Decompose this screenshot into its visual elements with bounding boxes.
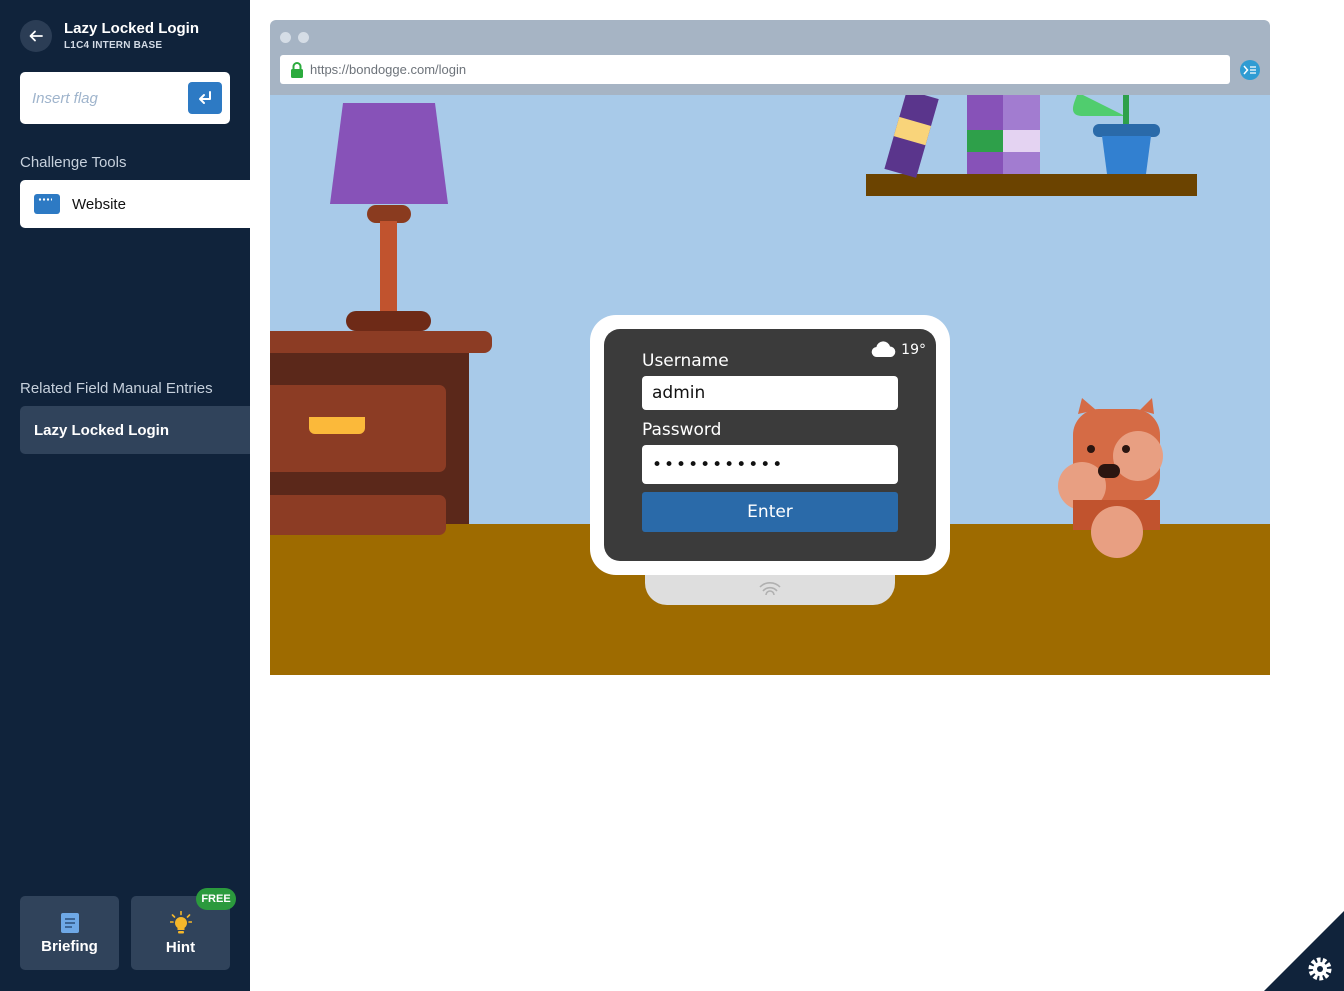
terminal-icon: [1243, 65, 1256, 75]
window-dot: [280, 32, 291, 43]
terminal-toggle-button[interactable]: [1240, 60, 1260, 80]
window-dot: [298, 32, 309, 43]
flag-input[interactable]: [32, 86, 182, 110]
tools-heading: Challenge Tools: [20, 154, 127, 171]
free-badge: FREE: [196, 888, 236, 910]
hint-label: Hint: [165, 938, 196, 956]
password-input[interactable]: [642, 445, 898, 484]
username-input[interactable]: [642, 376, 898, 410]
settings-corner[interactable]: [1264, 911, 1344, 991]
enter-button[interactable]: Enter: [642, 492, 898, 532]
username-label: Username: [642, 351, 729, 371]
browser-toolbar: https://bondogge.com/login: [270, 20, 1270, 95]
browser-window-icon: [34, 194, 60, 214]
lightbulb-icon: [169, 910, 192, 933]
back-button[interactable]: [20, 20, 52, 52]
flag-form: [20, 72, 230, 124]
submit-flag-button[interactable]: [188, 82, 222, 114]
briefing-label: Briefing: [41, 937, 98, 955]
sidebar: Lazy Locked Login L1C4 INTERN BASE Chall…: [0, 0, 250, 991]
cloud-icon: [871, 341, 896, 358]
smart-display: 19° Username Password Enter: [590, 315, 950, 575]
document-icon: [60, 912, 79, 933]
manual-heading: Related Field Manual Entries: [20, 380, 213, 397]
enter-return-icon: [199, 91, 211, 104]
challenge-subtitle: L1C4 INTERN BASE: [64, 40, 163, 51]
website-scene: 19° Username Password Enter: [270, 95, 1270, 675]
lock-icon: [291, 61, 303, 78]
arrow-left-icon: [29, 30, 43, 42]
website-browser: https://bondogge.com/login 19° Username …: [270, 20, 1270, 675]
password-label: Password: [642, 420, 722, 440]
manual-entry-lazy-locked-login[interactable]: Lazy Locked Login: [20, 406, 250, 454]
challenge-title: Lazy Locked Login: [64, 20, 200, 37]
weather-temperature: 19°: [901, 341, 926, 358]
url-text: https://bondogge.com/login: [310, 62, 467, 77]
briefing-button[interactable]: Briefing: [20, 896, 119, 970]
weather-widget: 19°: [871, 341, 926, 358]
login-screen: 19° Username Password Enter: [604, 329, 936, 561]
address-bar[interactable]: https://bondogge.com/login: [280, 55, 1230, 84]
tool-item-website[interactable]: Website: [20, 180, 250, 228]
tool-item-label: Website: [72, 195, 126, 213]
